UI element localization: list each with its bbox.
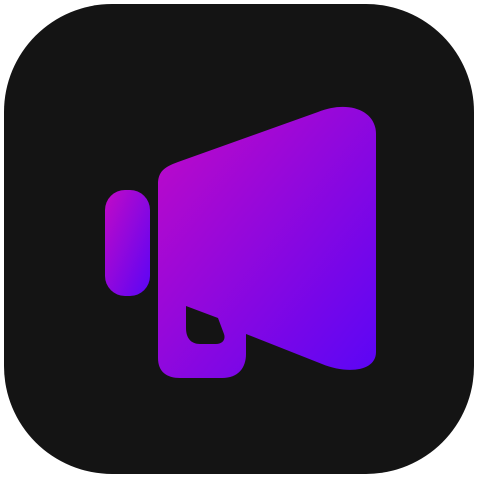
app-icon[interactable] <box>0 0 478 478</box>
app-icon-graphic <box>4 4 474 474</box>
megaphone-back-cap <box>105 190 150 296</box>
